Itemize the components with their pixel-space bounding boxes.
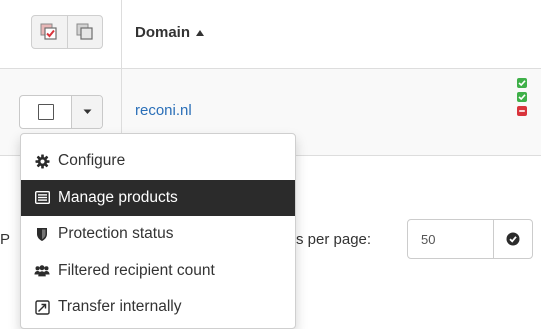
domain-column-header[interactable]: Domain xyxy=(135,24,205,41)
bulk-select-group xyxy=(31,15,103,49)
gear-icon xyxy=(34,153,50,169)
sort-ascending-icon xyxy=(196,29,205,36)
menu-item-label: Filtered recipient count xyxy=(58,261,215,279)
check-circle-icon xyxy=(506,232,520,246)
items-per-page-input[interactable] xyxy=(408,220,493,258)
apply-per-page-button[interactable] xyxy=(493,220,532,258)
status-ok-icon xyxy=(517,92,527,102)
status-ok-icon xyxy=(517,78,527,88)
checkbox-square-icon xyxy=(37,104,54,120)
row-checkbox[interactable] xyxy=(20,96,71,128)
items-per-page-label: s per page: xyxy=(296,231,372,248)
menu-item-label: Manage products xyxy=(58,188,178,206)
shield-icon xyxy=(34,226,50,242)
pager-prefix-text: P xyxy=(0,231,11,248)
menu-item-transfer-internally[interactable]: Transfer internally xyxy=(21,289,295,326)
menu-item-protection-status[interactable]: Protection status xyxy=(21,216,295,253)
menu-item-label: Configure xyxy=(58,152,126,170)
select-all-button[interactable] xyxy=(32,16,67,48)
users-icon xyxy=(34,263,50,279)
select-none-button[interactable] xyxy=(66,16,103,48)
transfer-icon xyxy=(34,299,50,315)
select-all-icon xyxy=(40,23,57,40)
row-action-group xyxy=(19,95,103,129)
table-header-row: Domain xyxy=(0,0,541,69)
caret-down-icon xyxy=(83,109,91,114)
domain-header-label: Domain xyxy=(135,24,191,41)
list-icon xyxy=(34,190,50,206)
menu-item-configure[interactable]: Configure xyxy=(21,143,295,180)
menu-item-label: Transfer internally xyxy=(58,298,182,316)
items-per-page-group xyxy=(407,219,533,259)
menu-item-label: Protection status xyxy=(58,225,174,243)
select-none-icon xyxy=(76,23,93,40)
domain-table: Domain reconi.nl xyxy=(0,0,541,156)
menu-item-filtered-recipient-count[interactable]: Filtered recipient count xyxy=(21,253,295,290)
row-actions-dropdown-toggle[interactable] xyxy=(71,96,102,128)
menu-item-manage-products[interactable]: Manage products xyxy=(21,179,295,216)
row-actions-menu: Configure Manage products Protection sta… xyxy=(20,133,296,329)
header-select-cell xyxy=(0,0,122,68)
status-error-icon xyxy=(517,106,527,116)
domain-link[interactable]: reconi.nl xyxy=(135,102,192,119)
status-icons xyxy=(517,78,527,116)
